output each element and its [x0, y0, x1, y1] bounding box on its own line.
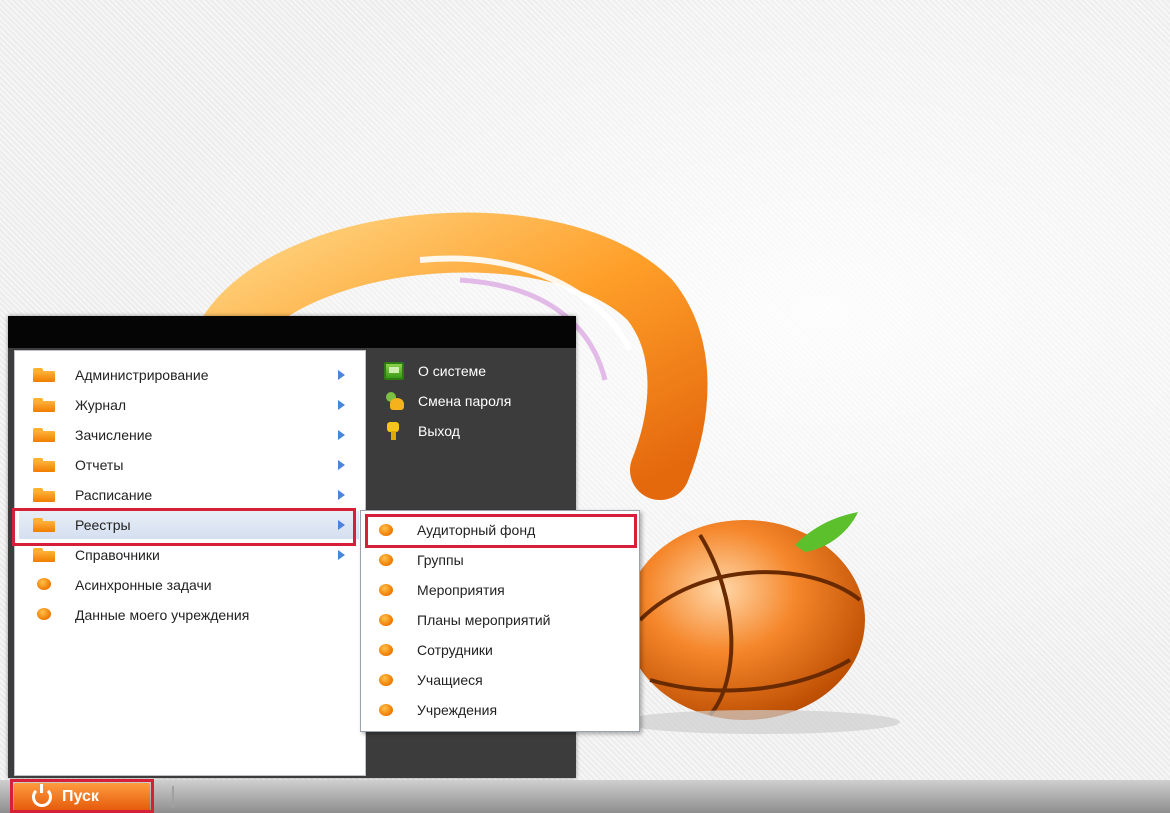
menu-item-label: Расписание: [75, 487, 153, 503]
start-button-label: Пуск: [62, 788, 99, 805]
users-icon: [384, 392, 404, 410]
submenu-item-label: Группы: [417, 552, 464, 568]
submenu-arrow-icon: [338, 550, 345, 560]
orange-dot-icon: [375, 704, 397, 716]
menu-item-label: Реестры: [75, 517, 131, 533]
menu-item-async-tasks[interactable]: Асинхронные задачи: [19, 571, 359, 599]
menu-item-about-system[interactable]: О системе: [378, 356, 568, 386]
submenu-arrow-icon: [338, 370, 345, 380]
submenu-arrow-icon: [338, 460, 345, 470]
folder-icon: [33, 488, 55, 502]
menu-item-label: Отчеты: [75, 457, 124, 473]
menu-item-label: О системе: [418, 363, 487, 379]
menu-item-my-institution-data[interactable]: Данные моего учреждения: [19, 601, 359, 629]
menu-item-administration[interactable]: Администрирование: [19, 361, 359, 389]
menu-item-label: Данные моего учреждения: [75, 607, 250, 623]
menu-item-logout[interactable]: Выход: [378, 416, 568, 446]
folder-icon: [33, 368, 55, 382]
menu-item-label: Зачисление: [75, 427, 153, 443]
submenu-item-institutions[interactable]: Учреждения: [365, 695, 635, 725]
menu-item-directories[interactable]: Справочники: [19, 541, 359, 569]
orange-dot-icon: [375, 524, 397, 536]
submenu-item-label: Аудиторный фонд: [417, 522, 536, 538]
submenu-arrow-icon: [338, 520, 345, 530]
submenu-item-label: Планы мероприятий: [417, 612, 551, 628]
menu-item-enrollment[interactable]: Зачисление: [19, 421, 359, 449]
menu-item-label: Смена пароля: [418, 393, 512, 409]
registries-submenu: Аудиторный фонд Группы Мероприятия Планы…: [360, 510, 640, 732]
submenu-arrow-icon: [338, 490, 345, 500]
submenu-item-students[interactable]: Учащиеся: [365, 665, 635, 695]
folder-icon: [33, 428, 55, 442]
submenu-item-auditorium-fund[interactable]: Аудиторный фонд: [365, 515, 635, 545]
folder-icon: [33, 548, 55, 562]
menu-item-label: Администрирование: [75, 367, 209, 383]
monitor-icon: [384, 362, 404, 380]
submenu-item-label: Мероприятия: [417, 582, 505, 598]
menu-item-journal[interactable]: Журнал: [19, 391, 359, 419]
menu-item-label: Выход: [418, 423, 460, 439]
submenu-item-label: Сотрудники: [417, 642, 493, 658]
folder-icon: [33, 458, 55, 472]
submenu-item-event-plans[interactable]: Планы мероприятий: [365, 605, 635, 635]
folder-icon: [33, 518, 55, 532]
start-button[interactable]: Пуск: [14, 783, 150, 811]
submenu-item-label: Учреждения: [417, 702, 498, 718]
start-menu-programs: Администрирование Журнал Зачисление Отче…: [14, 350, 366, 776]
orange-dot-icon: [33, 578, 55, 592]
submenu-item-events[interactable]: Мероприятия: [365, 575, 635, 605]
orange-dot-icon: [33, 608, 55, 622]
menu-item-reports[interactable]: Отчеты: [19, 451, 359, 479]
menu-item-label: Журнал: [75, 397, 127, 413]
power-icon: [32, 784, 52, 807]
menu-item-registries[interactable]: Реестры: [19, 511, 359, 539]
orange-dot-icon: [375, 644, 397, 656]
taskbar-separator: [172, 786, 174, 808]
submenu-item-employees[interactable]: Сотрудники: [365, 635, 635, 665]
submenu-arrow-icon: [338, 430, 345, 440]
submenu-item-label: Учащиеся: [417, 672, 483, 688]
orange-dot-icon: [375, 584, 397, 596]
orange-dot-icon: [375, 674, 397, 686]
menu-item-change-password[interactable]: Смена пароля: [378, 386, 568, 416]
orange-dot-icon: [375, 614, 397, 626]
submenu-item-groups[interactable]: Группы: [365, 545, 635, 575]
orange-dot-icon: [375, 554, 397, 566]
menu-item-schedule[interactable]: Расписание: [19, 481, 359, 509]
menu-item-label: Асинхронные задачи: [75, 577, 212, 593]
submenu-arrow-icon: [338, 400, 345, 410]
folder-icon: [33, 398, 55, 412]
start-menu-system-panel: О системе Смена пароля Выход: [378, 356, 568, 496]
key-icon: [384, 422, 404, 440]
menu-item-label: Справочники: [75, 547, 160, 563]
start-menu-header: [8, 316, 576, 348]
taskbar: Пуск: [0, 780, 1170, 813]
